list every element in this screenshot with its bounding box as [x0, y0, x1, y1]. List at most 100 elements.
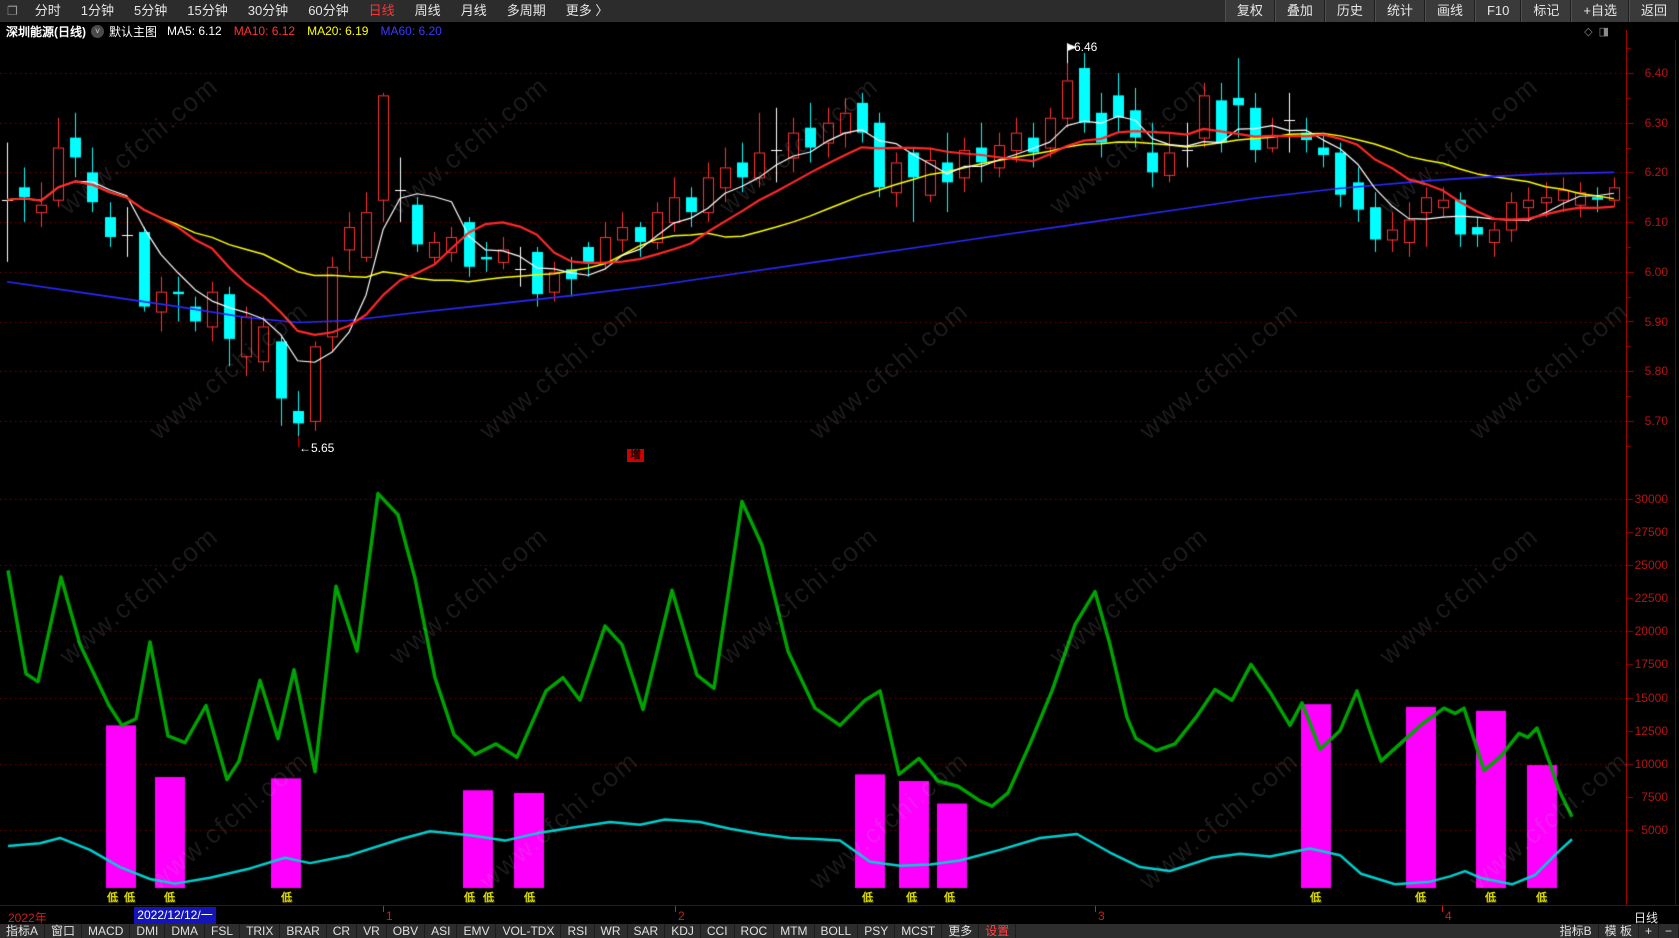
window-icon: ❐: [7, 4, 18, 18]
stock-info-bar: 深圳能源(日线) ˅ 默认主图 MA5: 6.12 MA10: 6.12 MA20:…: [0, 22, 1679, 40]
main-chart-canvas[interactable]: [0, 40, 1679, 463]
date-tick: [1095, 906, 1096, 912]
indicator-tab[interactable]: 设置: [979, 924, 1017, 938]
chevron-down-icon[interactable]: ˅: [91, 24, 104, 38]
ma-label: MA10: 6.12: [233, 24, 296, 38]
dividend-event-badge[interactable]: 增: [627, 449, 644, 462]
period-menu: 分时 1分钟 5分钟 15分钟 30分钟 60分钟 日线 周线 月线 多周期 更多 〉: [25, 0, 619, 22]
topbar-button[interactable]: 统计: [1374, 0, 1425, 22]
indicator-tab[interactable]: TRIX: [240, 924, 281, 938]
topbar-button[interactable]: +自选: [1571, 0, 1629, 22]
indicator-tab[interactable]: WR: [594, 924, 628, 938]
topbar-button[interactable]: 返回: [1628, 0, 1679, 22]
date-tick: [675, 906, 676, 912]
low-signal-label: 低: [464, 892, 475, 904]
indicator-tab[interactable]: FSL: [205, 924, 241, 938]
period-tab[interactable]: 月线: [451, 0, 497, 22]
indicator-tab[interactable]: CCI: [700, 924, 735, 938]
price-axis-label: 6.20: [1644, 165, 1668, 180]
low-signal-label: 低: [862, 892, 873, 904]
period-tab[interactable]: 周线: [405, 0, 451, 22]
indicator-tab[interactable]: MACD: [82, 924, 131, 938]
period-tab[interactable]: 15分钟: [177, 0, 237, 22]
topbar-button[interactable]: 叠加: [1274, 0, 1325, 22]
period-tab[interactable]: 分时: [25, 0, 71, 22]
topbar-button[interactable]: 历史: [1324, 0, 1375, 22]
indicator-axis-label: 22500: [1634, 591, 1668, 606]
low-signal-label: 低: [906, 892, 917, 904]
low-annotation: ←5.65: [299, 441, 335, 455]
indicator-tab[interactable]: BOLL: [814, 924, 859, 938]
price-axis-label: 5.80: [1644, 364, 1668, 379]
indicator-tab[interactable]: −: [1658, 924, 1679, 938]
indicator-tab[interactable]: MTM: [774, 924, 815, 938]
ma-label: MA5: 6.12: [167, 24, 222, 38]
ma-values: MA5: 6.12 MA10: 6.12 MA20: 6.19 MA60: 6.20: [167, 24, 454, 38]
high-annotation: 6.46: [1074, 40, 1098, 54]
topbar-button[interactable]: 画线: [1424, 0, 1475, 22]
price-axis-label: 6.40: [1644, 66, 1668, 80]
main-chart-label[interactable]: 默认主图: [109, 23, 157, 40]
low-signal-label: 低: [281, 892, 292, 904]
indicator-tab[interactable]: ASI: [425, 924, 458, 938]
split-window-icon[interactable]: ◨: [1599, 25, 1609, 38]
period-tab[interactable]: 更多 〉: [556, 0, 619, 22]
indicator-tab[interactable]: CR: [326, 924, 358, 938]
indicator-canvas[interactable]: [0, 463, 1679, 905]
indicator-tab[interactable]: 指标B: [1553, 924, 1599, 938]
date-mark: 3: [1098, 909, 1105, 923]
indicator-tab[interactable]: 窗口: [45, 924, 83, 938]
topbar-button[interactable]: 标记: [1521, 0, 1572, 22]
low-signal-label: 低: [124, 892, 135, 904]
period-tab[interactable]: 1分钟: [71, 0, 124, 22]
price-axis-label: 6.30: [1644, 115, 1668, 130]
indicator-tab[interactable]: +: [1638, 924, 1659, 938]
indicator-tab[interactable]: DMI: [130, 924, 166, 938]
indicator-axis-label: 17500: [1634, 657, 1668, 672]
indicator-tab[interactable]: VR: [357, 924, 387, 938]
diamond-icon[interactable]: ◇: [1584, 25, 1592, 38]
indicator-tab[interactable]: EMV: [457, 924, 497, 938]
low-signal-label: 低: [107, 892, 118, 904]
indicator-tab[interactable]: VOL-TDX: [496, 924, 562, 938]
indicator-tab[interactable]: DMA: [165, 924, 206, 938]
indicator-tab[interactable]: 模 板: [1598, 924, 1639, 938]
trading-app-window: { "colors":{"accent_red":"#ff3232","cand…: [0, 0, 1679, 938]
indicator-axis-label: 7500: [1641, 789, 1668, 804]
date-mark: 2: [678, 909, 685, 923]
indicator-tab[interactable]: RSI: [561, 924, 595, 938]
indicator-tab[interactable]: BRAR: [280, 924, 327, 938]
indicator-axis-label: 30000: [1634, 491, 1668, 506]
price-axis-label: 6.00: [1644, 264, 1668, 279]
stock-name: 深圳能源(日线): [6, 24, 86, 39]
indicator-tab[interactable]: ROC: [734, 924, 775, 938]
low-signal-label: 低: [1485, 892, 1496, 904]
date-mark: 4: [1445, 909, 1452, 923]
indicator-tab[interactable]: KDJ: [665, 924, 701, 938]
indicator-tab[interactable]: MCST: [895, 924, 943, 938]
indicator-axis-label: 10000: [1634, 756, 1668, 771]
indicator-tab[interactable]: SAR: [627, 924, 666, 938]
period-tab[interactable]: 30分钟: [238, 0, 298, 22]
indicator-tab[interactable]: 指标A: [0, 924, 46, 938]
indicator-tab[interactable]: OBV: [386, 924, 426, 938]
period-tab[interactable]: 日线: [359, 0, 405, 22]
top-menu-bar: ❐ 分时 1分钟 5分钟 15分钟 30分钟 60分钟 日线 周线 月线 多周期 更多 〉 复权 叠加…: [0, 0, 1679, 23]
date-tick: [383, 906, 384, 912]
right-edge-line: [1675, 40, 1676, 905]
indicator-axis-label: 15000: [1634, 690, 1668, 705]
indicator-tab[interactable]: PSY: [858, 924, 896, 938]
indicator-tab[interactable]: 更多: [942, 924, 980, 938]
topbar-button[interactable]: F10: [1474, 0, 1522, 22]
price-axis-line: [1626, 30, 1627, 924]
topbar-button[interactable]: 复权: [1224, 0, 1275, 22]
low-signal-label: 低: [1536, 892, 1547, 904]
selected-date[interactable]: 2022/12/12/一: [134, 907, 216, 924]
period-tab[interactable]: 5分钟: [124, 0, 177, 22]
period-tab[interactable]: 60分钟: [298, 0, 358, 22]
topbar-actions: 复权 叠加 历史 统计 画线 F10 标记 +自选 返回: [1224, 0, 1679, 22]
period-tab[interactable]: 多周期: [497, 0, 556, 22]
low-signal-label: 低: [1310, 892, 1321, 904]
indicator-axis-label: 12500: [1634, 723, 1668, 738]
indicator-toolbar: 指标A 窗口 MACD DMI DMA FSL TRIX BRAR CR VR OBV ASI EMV V…: [0, 924, 1679, 938]
